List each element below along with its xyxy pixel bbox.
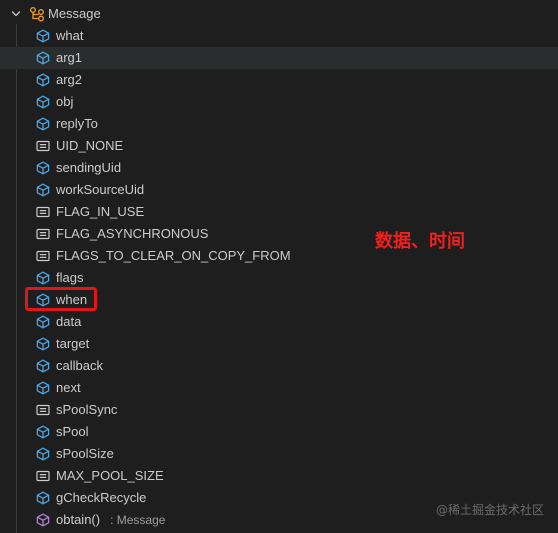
member-name: UID_NONE — [56, 138, 124, 153]
member-item[interactable]: arg1 — [0, 47, 558, 69]
member-label: FLAG_IN_USE — [56, 201, 144, 223]
member-item[interactable]: FLAG_ASYNCHRONOUS — [0, 223, 558, 245]
member-item[interactable]: callback — [0, 355, 558, 377]
member-name: MAX_POOL_SIZE — [56, 468, 164, 483]
member-label: FLAG_ASYNCHRONOUS — [56, 223, 208, 245]
field-icon — [36, 491, 50, 505]
member-label: flags — [56, 267, 83, 289]
member-name: FLAGS_TO_CLEAR_ON_COPY_FROM — [56, 248, 291, 263]
member-name: FLAG_IN_USE — [56, 204, 145, 219]
field-icon — [36, 73, 50, 87]
member-name: arg2 — [56, 72, 83, 87]
member-label: UID_NONE — [56, 135, 123, 157]
field-icon — [36, 95, 50, 109]
member-label: next — [56, 377, 81, 399]
highlight-box-when — [25, 287, 97, 311]
member-name: workSourceUid — [56, 182, 145, 197]
member-name: flags — [56, 270, 84, 285]
member-name: sPoolSize — [56, 446, 114, 461]
member-name: obtain() — [56, 512, 101, 527]
member-name: target — [56, 336, 90, 351]
member-label: sPoolSync — [56, 399, 117, 421]
constant-icon — [36, 469, 50, 483]
member-item[interactable]: next — [0, 377, 558, 399]
member-item[interactable]: workSourceUid — [0, 179, 558, 201]
tree-root-message[interactable]: Message — [0, 3, 558, 25]
member-label: MAX_POOL_SIZE — [56, 465, 164, 487]
field-icon — [36, 117, 50, 131]
member-label: data — [56, 311, 81, 333]
field-icon — [36, 447, 50, 461]
member-item[interactable]: data — [0, 311, 558, 333]
member-item[interactable]: sPoolSync — [0, 399, 558, 421]
member-item[interactable]: arg2 — [0, 69, 558, 91]
member-label: sPoolSize — [56, 443, 114, 465]
member-item[interactable]: replyTo — [0, 113, 558, 135]
chevron-down-icon[interactable] — [10, 8, 22, 20]
member-label: arg2 — [56, 69, 82, 91]
field-icon — [36, 183, 50, 197]
annotation-text: 数据、时间 — [375, 231, 465, 252]
constant-icon — [36, 249, 50, 263]
member-label: obj — [56, 91, 73, 113]
member-item[interactable]: sendingUid — [0, 157, 558, 179]
member-label: callback — [56, 355, 103, 377]
class-icon — [29, 6, 45, 22]
member-item[interactable]: MAX_POOL_SIZE — [0, 465, 558, 487]
field-icon — [36, 337, 50, 351]
constant-icon — [36, 139, 50, 153]
member-item[interactable]: sPool — [0, 421, 558, 443]
member-item[interactable]: flags — [0, 267, 558, 289]
member-name: replyTo — [56, 116, 98, 131]
field-icon — [36, 359, 50, 373]
member-name: sendingUid — [56, 160, 122, 175]
member-name: obj — [56, 94, 74, 109]
member-item[interactable]: FLAG_IN_USE — [0, 201, 558, 223]
member-label: gCheckRecycle — [56, 487, 146, 509]
member-name: sPoolSync — [56, 402, 118, 417]
member-name: what — [56, 28, 84, 43]
member-name: sPool — [56, 424, 89, 439]
tree-root-label: Message — [48, 6, 101, 21]
member-item[interactable]: what — [0, 25, 558, 47]
field-icon — [36, 381, 50, 395]
constant-icon — [36, 227, 50, 241]
field-icon — [36, 271, 50, 285]
member-label: target — [56, 333, 89, 355]
method-icon — [36, 513, 50, 527]
member-label: arg1 — [56, 47, 82, 69]
member-item[interactable]: target — [0, 333, 558, 355]
field-icon — [36, 51, 50, 65]
member-detail: : Message — [110, 513, 166, 527]
field-icon — [36, 425, 50, 439]
member-label: what — [56, 25, 83, 47]
member-name: next — [56, 380, 81, 395]
member-label: sPool — [56, 421, 89, 443]
constant-icon — [36, 403, 50, 417]
member-label: workSourceUid — [56, 179, 144, 201]
member-label: sendingUid — [56, 157, 121, 179]
field-icon — [36, 29, 50, 43]
member-label: obtain() : Message — [56, 509, 165, 531]
member-name: data — [56, 314, 82, 329]
constant-icon — [36, 205, 50, 219]
member-label: FLAGS_TO_CLEAR_ON_COPY_FROM — [56, 245, 291, 267]
member-item[interactable]: UID_NONE — [0, 135, 558, 157]
member-item[interactable]: sPoolSize — [0, 443, 558, 465]
member-item[interactable]: obj — [0, 91, 558, 113]
field-icon — [36, 315, 50, 329]
member-item[interactable]: FLAGS_TO_CLEAR_ON_COPY_FROM — [0, 245, 558, 267]
watermark: @稀土掘金技术社区 — [436, 503, 545, 517]
outline-tree: Message what arg1 arg2 obj replyTo UID_NONEse… — [0, 0, 558, 533]
field-icon — [36, 161, 50, 175]
member-name: FLAG_ASYNCHRONOUS — [56, 226, 209, 241]
member-label: replyTo — [56, 113, 98, 135]
member-name: arg1 — [56, 50, 83, 65]
member-name: gCheckRecycle — [56, 490, 147, 505]
member-name: callback — [56, 358, 103, 373]
